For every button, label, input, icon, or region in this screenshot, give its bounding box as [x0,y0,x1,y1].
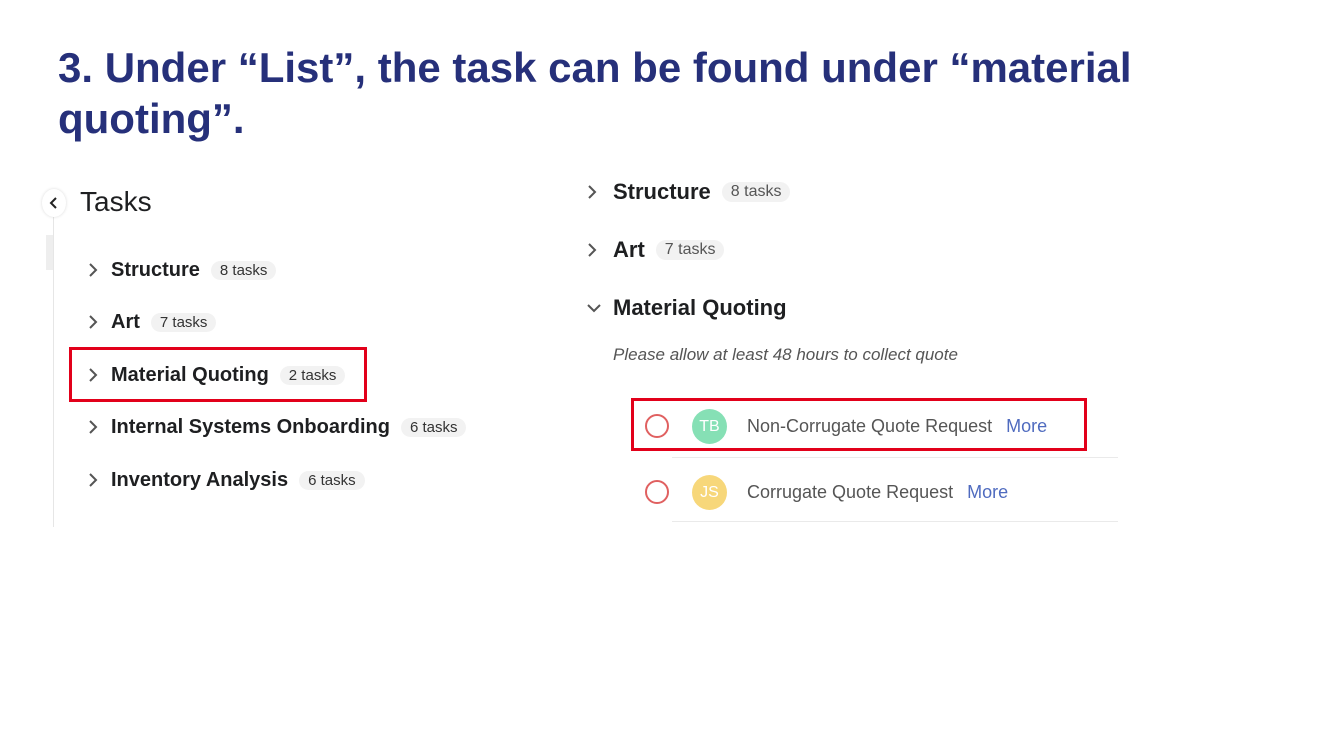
divider [53,217,54,527]
scroll-stub [46,235,53,270]
divider [672,521,1118,522]
chevron-right-icon[interactable] [87,262,99,278]
section-internal-systems-onboarding[interactable]: Internal Systems Onboarding 6 tasks [87,412,467,442]
section-structure[interactable]: Structure 8 tasks [87,255,277,285]
tasks-heading: Tasks [80,186,152,217]
collapse-button[interactable] [42,189,66,217]
chevron-right-icon[interactable] [87,314,99,330]
task-count-badge: 6 tasks [299,470,365,490]
task-count-badge: 7 tasks [150,312,217,332]
section-structure[interactable]: Structure 8 tasks [586,177,791,207]
chevron-right-icon[interactable] [586,184,598,200]
task-title: Corrugate Quote Request [747,482,954,502]
section-name: Structure [613,179,711,204]
section-name: Internal Systems Onboarding [111,415,390,438]
section-name: Structure [111,258,200,281]
section-description: Please allow at least 48 hours to collec… [613,345,958,364]
more-link[interactable]: More [967,482,1008,502]
complete-task-checkbox[interactable] [645,480,669,504]
avatar: JS [692,475,727,510]
chevron-right-icon[interactable] [87,419,99,435]
section-inventory-analysis[interactable]: Inventory Analysis 6 tasks [87,465,365,495]
slide-title: 3. Under “List”, the task can be found u… [58,44,1132,142]
chevron-left-icon [49,197,57,209]
highlight-box [69,347,367,402]
section-name: Art [111,310,140,333]
chevron-down-icon[interactable] [586,300,601,316]
section-art[interactable]: Art 7 tasks [586,235,725,265]
tasks-sidebar: Tasks Structure 8 tasks Art 7 tasks Mate… [42,180,532,530]
divider [672,457,1118,458]
list-view: Structure 8 tasks Art 7 tasks Material Q… [580,170,1140,540]
chevron-right-icon[interactable] [87,472,99,488]
chevron-right-icon[interactable] [586,242,598,258]
task-count-badge: 7 tasks [655,240,725,260]
task-row[interactable]: JS Corrugate Quote Request More [632,460,1118,522]
section-name: Art [613,237,645,262]
task-count-badge: 8 tasks [210,260,277,280]
task-name[interactable]: Corrugate Quote Request More [747,482,1008,503]
section-art[interactable]: Art 7 tasks [87,307,217,337]
highlight-box [631,398,1087,451]
task-count-badge: 8 tasks [721,182,791,202]
section-name: Inventory Analysis [111,468,289,491]
task-count-badge: 6 tasks [400,417,467,437]
section-material-quoting[interactable]: Material Quoting [586,293,787,323]
section-name: Material Quoting [613,295,787,320]
